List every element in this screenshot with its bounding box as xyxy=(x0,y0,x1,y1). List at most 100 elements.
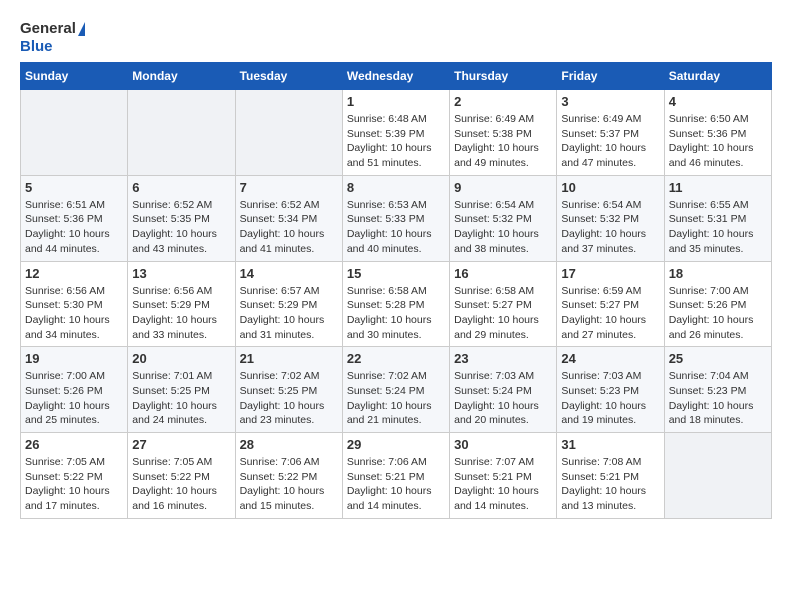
day-number: 4 xyxy=(669,94,767,109)
day-number: 16 xyxy=(454,266,552,281)
day-number: 5 xyxy=(25,180,123,195)
day-cell xyxy=(664,433,771,519)
day-number: 7 xyxy=(240,180,338,195)
day-cell: 10 Sunrise: 6:54 AMSunset: 5:32 PMDayligh… xyxy=(557,175,664,261)
day-info: Sunrise: 6:48 AMSunset: 5:39 PMDaylight:… xyxy=(347,112,445,171)
week-row-3: 12Sunrise: 6:56 AMSunset: 5:30 PMDayligh… xyxy=(21,261,772,347)
day-info: Sunrise: 7:06 AMSunset: 5:22 PMDaylight:… xyxy=(240,455,338,514)
day-number: 21 xyxy=(240,351,338,366)
day-cell: 18 Sunrise: 7:00 AMSunset: 5:26 PMDayligh… xyxy=(664,261,771,347)
day-number: 1 xyxy=(347,94,445,109)
day-cell: 6 Sunrise: 6:52 AMSunset: 5:35 PMDaylight… xyxy=(128,175,235,261)
day-cell xyxy=(235,90,342,176)
day-cell: 29 Sunrise: 7:06 AMSunset: 5:21 PMDayligh… xyxy=(342,433,449,519)
day-number: 2 xyxy=(454,94,552,109)
day-number: 27 xyxy=(132,437,230,452)
day-number: 13 xyxy=(132,266,230,281)
day-info: Sunrise: 7:08 AMSunset: 5:21 PMDaylight:… xyxy=(561,455,659,514)
day-number: 31 xyxy=(561,437,659,452)
day-header-thursday: Thursday xyxy=(450,63,557,90)
day-number: 9 xyxy=(454,180,552,195)
day-cell: 31 Sunrise: 7:08 AMSunset: 5:21 PMDayligh… xyxy=(557,433,664,519)
week-row-1: 1 Sunrise: 6:48 AMSunset: 5:39 PMDaylight… xyxy=(21,90,772,176)
day-number: 17 xyxy=(561,266,659,281)
day-header-monday: Monday xyxy=(128,63,235,90)
day-info: Sunrise: 6:59 AMSunset: 5:27 PMDaylight:… xyxy=(561,284,659,343)
day-number: 10 xyxy=(561,180,659,195)
day-info: Sunrise: 7:03 AMSunset: 5:24 PMDaylight:… xyxy=(454,369,552,428)
week-row-4: 19 Sunrise: 7:00 AMSunset: 5:26 PMDayligh… xyxy=(21,347,772,433)
day-info: Sunrise: 6:54 AMSunset: 5:32 PMDaylight:… xyxy=(561,198,659,257)
day-number: 11 xyxy=(669,180,767,195)
day-cell: 11 Sunrise: 6:55 AMSunset: 5:31 PMDayligh… xyxy=(664,175,771,261)
day-number: 22 xyxy=(347,351,445,366)
day-number: 30 xyxy=(454,437,552,452)
day-cell: 4Sunrise: 6:50 AMSunset: 5:36 PMDaylight… xyxy=(664,90,771,176)
logo-text: General Blue xyxy=(20,20,85,56)
day-cell: 9 Sunrise: 6:54 AMSunset: 5:32 PMDaylight… xyxy=(450,175,557,261)
day-info: Sunrise: 6:55 AMSunset: 5:31 PMDaylight:… xyxy=(669,198,767,257)
day-info: Sunrise: 7:05 AMSunset: 5:22 PMDaylight:… xyxy=(25,455,123,514)
day-info: Sunrise: 7:02 AMSunset: 5:24 PMDaylight:… xyxy=(347,369,445,428)
day-info: Sunrise: 6:54 AMSunset: 5:32 PMDaylight:… xyxy=(454,198,552,257)
week-row-5: 26 Sunrise: 7:05 AMSunset: 5:22 PMDayligh… xyxy=(21,433,772,519)
day-info: Sunrise: 7:00 AMSunset: 5:26 PMDaylight:… xyxy=(25,369,123,428)
day-header-friday: Friday xyxy=(557,63,664,90)
day-number: 6 xyxy=(132,180,230,195)
day-cell: 20 Sunrise: 7:01 AMSunset: 5:25 PMDayligh… xyxy=(128,347,235,433)
day-cell: 26 Sunrise: 7:05 AMSunset: 5:22 PMDayligh… xyxy=(21,433,128,519)
day-cell: 19 Sunrise: 7:00 AMSunset: 5:26 PMDayligh… xyxy=(21,347,128,433)
day-number: 29 xyxy=(347,437,445,452)
day-header-saturday: Saturday xyxy=(664,63,771,90)
day-cell: 15 Sunrise: 6:58 AMSunset: 5:28 PMDayligh… xyxy=(342,261,449,347)
day-number: 3 xyxy=(561,94,659,109)
day-cell: 28 Sunrise: 7:06 AMSunset: 5:22 PMDayligh… xyxy=(235,433,342,519)
day-info: Sunrise: 6:56 AMSunset: 5:30 PMDaylight:… xyxy=(25,284,123,343)
day-cell: 5 Sunrise: 6:51 AMSunset: 5:36 PMDaylight… xyxy=(21,175,128,261)
day-cell: 12Sunrise: 6:56 AMSunset: 5:30 PMDayligh… xyxy=(21,261,128,347)
day-cell: 23 Sunrise: 7:03 AMSunset: 5:24 PMDayligh… xyxy=(450,347,557,433)
day-info: Sunrise: 7:05 AMSunset: 5:22 PMDaylight:… xyxy=(132,455,230,514)
day-cell: 21Sunrise: 7:02 AMSunset: 5:25 PMDayligh… xyxy=(235,347,342,433)
day-cell xyxy=(21,90,128,176)
day-header-wednesday: Wednesday xyxy=(342,63,449,90)
day-info: Sunrise: 7:01 AMSunset: 5:25 PMDaylight:… xyxy=(132,369,230,428)
day-info: Sunrise: 6:58 AMSunset: 5:27 PMDaylight:… xyxy=(454,284,552,343)
day-info: Sunrise: 6:57 AMSunset: 5:29 PMDaylight:… xyxy=(240,284,338,343)
day-cell: 24Sunrise: 7:03 AMSunset: 5:23 PMDayligh… xyxy=(557,347,664,433)
day-number: 18 xyxy=(669,266,767,281)
day-info: Sunrise: 6:49 AMSunset: 5:38 PMDaylight:… xyxy=(454,112,552,171)
week-row-2: 5 Sunrise: 6:51 AMSunset: 5:36 PMDaylight… xyxy=(21,175,772,261)
day-info: Sunrise: 6:52 AMSunset: 5:35 PMDaylight:… xyxy=(132,198,230,257)
day-cell: 25Sunrise: 7:04 AMSunset: 5:23 PMDayligh… xyxy=(664,347,771,433)
day-info: Sunrise: 6:51 AMSunset: 5:36 PMDaylight:… xyxy=(25,198,123,257)
day-number: 14 xyxy=(240,266,338,281)
calendar-table: SundayMondayTuesdayWednesdayThursdayFrid… xyxy=(20,62,772,519)
day-number: 26 xyxy=(25,437,123,452)
day-number: 25 xyxy=(669,351,767,366)
day-number: 8 xyxy=(347,180,445,195)
day-info: Sunrise: 6:56 AMSunset: 5:29 PMDaylight:… xyxy=(132,284,230,343)
calendar-header: SundayMondayTuesdayWednesdayThursdayFrid… xyxy=(21,63,772,90)
day-number: 28 xyxy=(240,437,338,452)
day-info: Sunrise: 6:49 AMSunset: 5:37 PMDaylight:… xyxy=(561,112,659,171)
day-number: 15 xyxy=(347,266,445,281)
day-number: 19 xyxy=(25,351,123,366)
day-cell: 2 Sunrise: 6:49 AMSunset: 5:38 PMDaylight… xyxy=(450,90,557,176)
day-header-tuesday: Tuesday xyxy=(235,63,342,90)
day-cell: 16 Sunrise: 6:58 AMSunset: 5:27 PMDayligh… xyxy=(450,261,557,347)
day-info: Sunrise: 7:00 AMSunset: 5:26 PMDaylight:… xyxy=(669,284,767,343)
header-row: SundayMondayTuesdayWednesdayThursdayFrid… xyxy=(21,63,772,90)
day-header-sunday: Sunday xyxy=(21,63,128,90)
day-info: Sunrise: 7:06 AMSunset: 5:21 PMDaylight:… xyxy=(347,455,445,514)
day-cell: 27 Sunrise: 7:05 AMSunset: 5:22 PMDayligh… xyxy=(128,433,235,519)
day-info: Sunrise: 7:07 AMSunset: 5:21 PMDaylight:… xyxy=(454,455,552,514)
day-cell: 3 Sunrise: 6:49 AMSunset: 5:37 PMDaylight… xyxy=(557,90,664,176)
day-number: 23 xyxy=(454,351,552,366)
day-cell: 7 Sunrise: 6:52 AMSunset: 5:34 PMDaylight… xyxy=(235,175,342,261)
day-cell xyxy=(128,90,235,176)
day-info: Sunrise: 7:03 AMSunset: 5:23 PMDaylight:… xyxy=(561,369,659,428)
day-info: Sunrise: 6:52 AMSunset: 5:34 PMDaylight:… xyxy=(240,198,338,257)
day-info: Sunrise: 6:58 AMSunset: 5:28 PMDaylight:… xyxy=(347,284,445,343)
day-number: 20 xyxy=(132,351,230,366)
